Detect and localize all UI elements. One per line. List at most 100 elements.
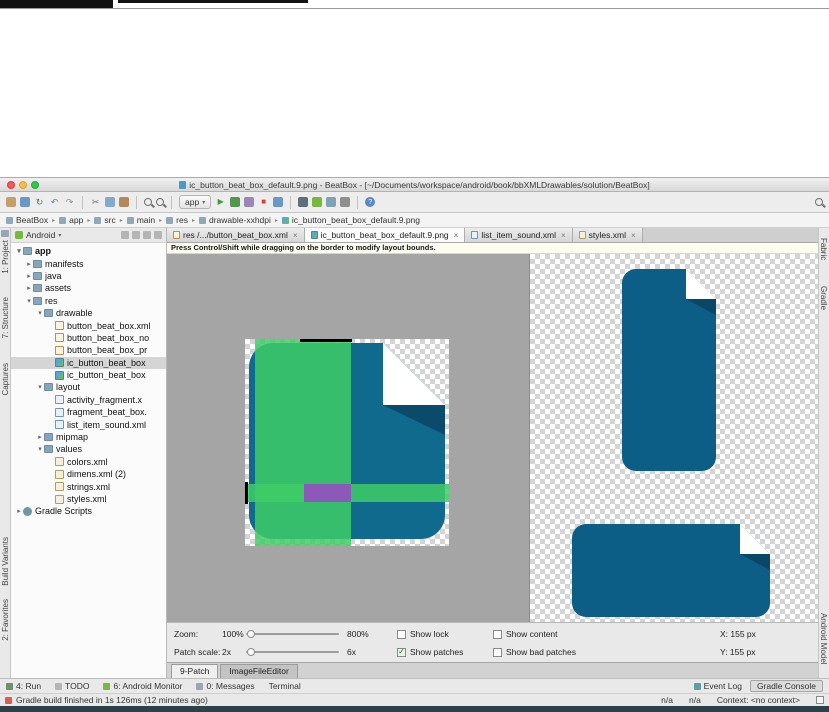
tree-collapsed-icon[interactable]: ▸ — [15, 507, 23, 515]
tree-item-mipmap[interactable]: ▸mipmap — [11, 431, 166, 443]
nine-patch-canvas[interactable] — [167, 254, 530, 622]
checkbox-icon[interactable] — [493, 630, 502, 639]
nine-patch-image[interactable] — [245, 339, 449, 546]
paste-icon[interactable] — [119, 197, 129, 207]
open-icon[interactable] — [6, 197, 16, 207]
tree-item-java[interactable]: ▸java — [11, 270, 166, 282]
tree-item-res[interactable]: ▾res — [11, 295, 166, 307]
sync-icon[interactable]: ↻ — [34, 197, 45, 208]
breadcrumb-item-main[interactable]: main — [127, 215, 155, 225]
tree-item-layout[interactable]: ▾layout — [11, 381, 166, 393]
tree-expanded-icon[interactable]: ▾ — [36, 383, 44, 391]
run-icon[interactable]: ▶ — [215, 197, 226, 208]
tool-button-event-log[interactable]: Event Log — [694, 681, 742, 691]
tree-item-strings-xml[interactable]: strings.xml — [11, 480, 166, 492]
replace-icon[interactable] — [156, 198, 164, 206]
patch-scale-slider-knob[interactable] — [247, 648, 255, 656]
build-status-icon[interactable] — [5, 697, 12, 704]
zoom-slider-knob[interactable] — [247, 630, 255, 638]
close-icon[interactable]: × — [293, 231, 298, 240]
tree-expanded-icon[interactable]: ▾ — [36, 445, 44, 453]
breadcrumb-item-file[interactable]: ic_button_beat_box_default.9.png — [282, 215, 420, 225]
show-patches-checkbox[interactable]: ✓Show patches — [397, 647, 493, 657]
settings-gear-icon[interactable] — [143, 231, 151, 239]
project-view-selector[interactable]: Android — [26, 230, 55, 240]
close-icon[interactable]: × — [561, 231, 566, 240]
tool-button-build-variants[interactable]: Build Variants — [1, 537, 10, 586]
show-content-checkbox[interactable]: Show content — [493, 629, 623, 639]
editor-tab-button-beat-box[interactable]: res /.../button_beat_box.xml× — [167, 228, 305, 242]
editor-tab-list-item-sound[interactable]: list_item_sound.xml× — [465, 228, 572, 242]
stop-icon[interactable]: ■ — [258, 197, 269, 208]
tool-button-structure[interactable]: 7: Structure — [1, 297, 10, 338]
tab-9-patch[interactable]: 9-Patch — [171, 664, 218, 678]
filter-icon[interactable] — [121, 231, 129, 239]
find-icon[interactable] — [144, 198, 152, 206]
tool-button-android-monitor[interactable]: 6: Android Monitor — [103, 681, 182, 691]
tree-expanded-icon[interactable]: ▾ — [15, 247, 23, 255]
sdk-manager-icon[interactable] — [312, 197, 322, 207]
save-all-icon[interactable] — [20, 197, 30, 207]
tool-button-run[interactable]: 4: Run — [6, 681, 41, 691]
search-icon[interactable] — [815, 198, 823, 206]
help-icon[interactable]: ? — [365, 197, 375, 207]
gradle-sync-icon[interactable] — [326, 197, 336, 207]
show-lock-checkbox[interactable]: Show lock — [397, 629, 493, 639]
tree-expanded-icon[interactable]: ▾ — [25, 297, 33, 305]
patch-scale-slider[interactable] — [246, 651, 339, 653]
patch-marker-left[interactable] — [245, 482, 248, 504]
tree-item-button-beat-box-pressed[interactable]: button_beat_box_pr — [11, 344, 166, 356]
tool-button-gradle-console[interactable]: Gradle Console — [750, 680, 823, 692]
tool-button-messages[interactable]: 0: Messages — [196, 681, 254, 691]
tree-item-manifests[interactable]: ▸manifests — [11, 257, 166, 269]
tool-button-gradle[interactable]: Gradle — [819, 286, 828, 310]
breadcrumb-item-res[interactable]: res — [166, 215, 188, 225]
tree-collapsed-icon[interactable]: ▸ — [36, 433, 44, 441]
breadcrumb-item-app[interactable]: app — [59, 215, 83, 225]
zoom-slider[interactable] — [246, 633, 339, 635]
tool-button-todo[interactable]: TODO — [55, 681, 89, 691]
breadcrumb-item-src[interactable]: src — [94, 215, 115, 225]
hide-panel-icon[interactable] — [154, 231, 162, 239]
redo-icon[interactable]: ↷ — [64, 197, 75, 208]
tab-image-file-editor[interactable]: ImageFileEditor — [220, 664, 298, 678]
tree-collapsed-icon[interactable]: ▸ — [25, 284, 33, 292]
tree-item-gradle-scripts[interactable]: ▸Gradle Scripts — [11, 505, 166, 517]
breadcrumb-item-drawable-xxhdpi[interactable]: drawable-xxhdpi — [199, 215, 271, 225]
tree-item-list-item-sound[interactable]: list_item_sound.xml — [11, 418, 166, 430]
tool-button-android-model[interactable]: Android Model — [819, 613, 828, 665]
tree-item-colors-xml[interactable]: colors.xml — [11, 456, 166, 468]
tool-button-project[interactable]: 1: Project — [1, 240, 10, 274]
tool-button-terminal[interactable]: Terminal — [269, 681, 301, 691]
tree-item-styles-xml[interactable]: styles.xml — [11, 493, 166, 505]
coverage-icon[interactable] — [244, 197, 254, 207]
tree-item-app[interactable]: ▾app — [11, 245, 166, 257]
tree-item-dimens-xml[interactable]: dimens.xml (2) — [11, 468, 166, 480]
zoom-window-button[interactable] — [31, 181, 39, 189]
checkbox-icon[interactable] — [493, 648, 502, 657]
tool-button-fabric[interactable]: Fabric — [819, 238, 828, 260]
tree-expanded-icon[interactable]: ▾ — [36, 309, 44, 317]
tree-item-ic-button-beat-box-selected[interactable]: ic_button_beat_box — [11, 357, 166, 369]
patch-marker-top[interactable] — [300, 339, 352, 342]
attach-debugger-icon[interactable] — [273, 197, 283, 207]
copy-icon[interactable] — [105, 197, 115, 207]
close-icon[interactable]: × — [631, 231, 636, 240]
avd-manager-icon[interactable] — [298, 197, 308, 207]
close-icon[interactable]: × — [454, 231, 459, 240]
lock-icon[interactable] — [816, 696, 824, 704]
tree-item-values[interactable]: ▾values — [11, 443, 166, 455]
breadcrumb-item-beatbox[interactable]: BeatBox — [6, 215, 48, 225]
close-window-button[interactable] — [7, 181, 15, 189]
tree-item-ic-button-beat-box[interactable]: ic_button_beat_box — [11, 369, 166, 381]
show-bad-patches-checkbox[interactable]: Show bad patches — [493, 647, 623, 657]
tree-item-assets[interactable]: ▸assets — [11, 282, 166, 294]
tree-item-fragment-beat-box[interactable]: fragment_beat_box. — [11, 406, 166, 418]
sort-icon[interactable] — [132, 231, 140, 239]
tree-collapsed-icon[interactable]: ▸ — [25, 260, 33, 268]
editor-tab-ic-button-beat-box-default[interactable]: ic_button_beat_box_default.9.png× — [305, 228, 466, 242]
tree-item-activity-fragment[interactable]: activity_fragment.x — [11, 394, 166, 406]
cut-icon[interactable]: ✂ — [90, 197, 101, 208]
minimize-window-button[interactable] — [19, 181, 27, 189]
debug-icon[interactable] — [230, 197, 240, 207]
